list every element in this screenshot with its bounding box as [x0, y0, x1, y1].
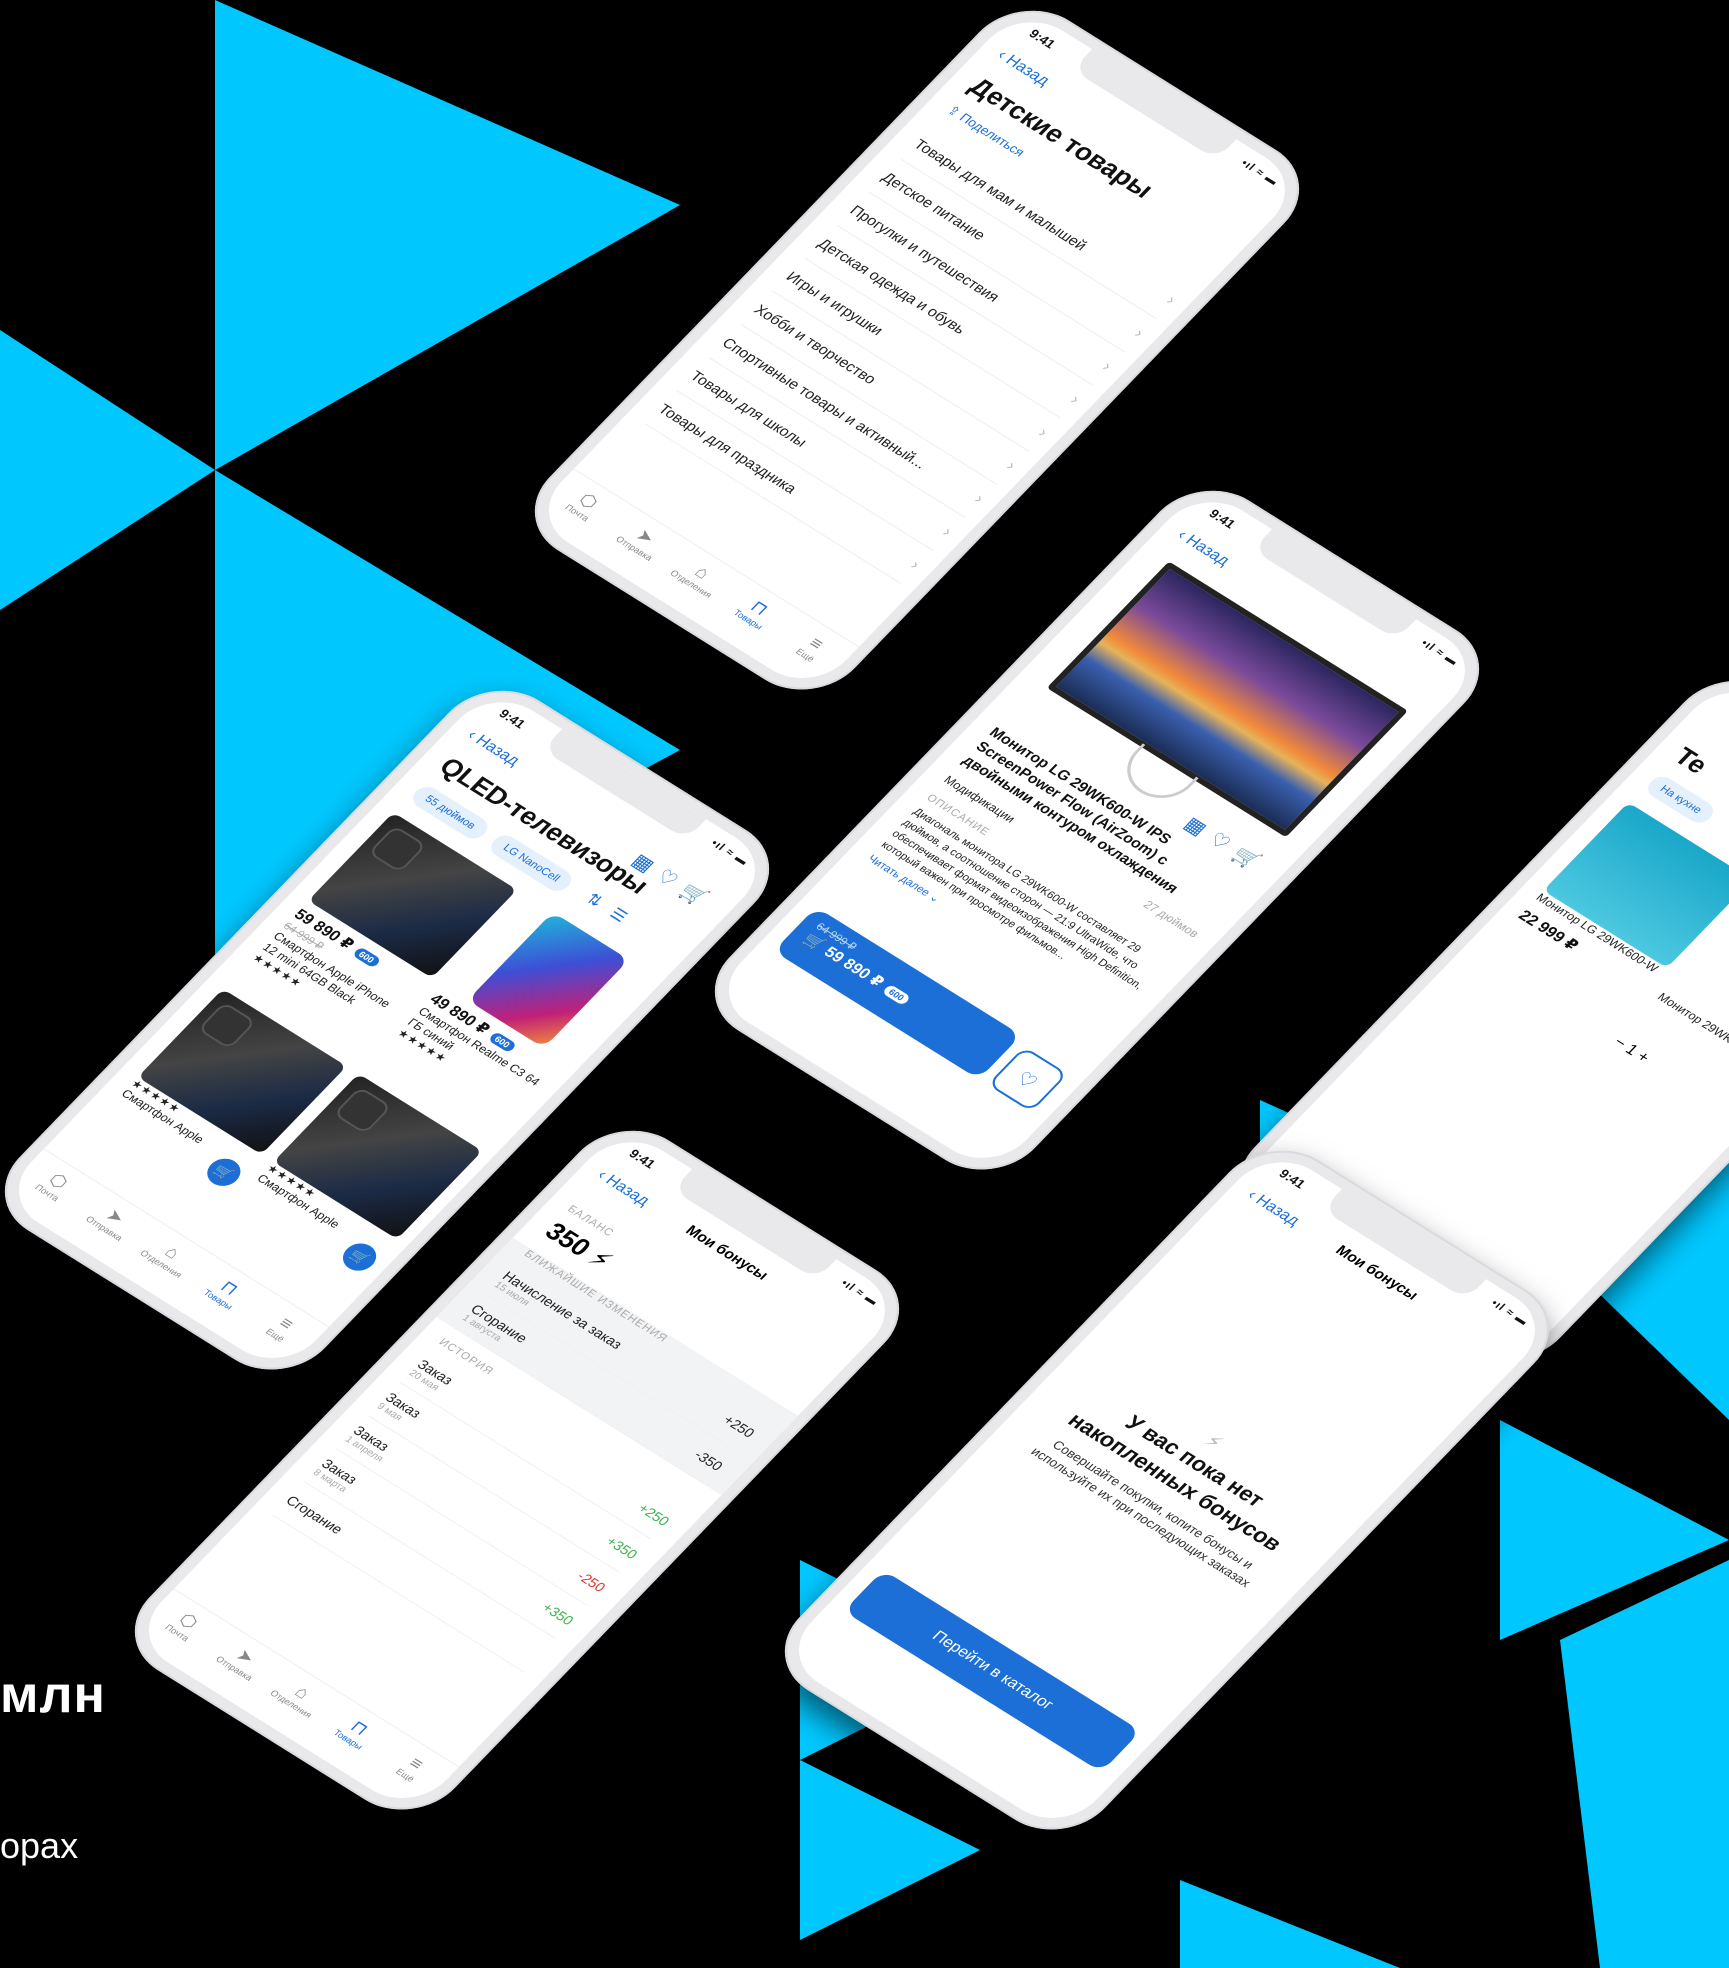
status-icons: •ıl ≈ ▬ — [708, 837, 751, 868]
tab-offices[interactable]: ⌂ Отделения — [662, 548, 736, 603]
chevron-right-icon: › — [1066, 392, 1084, 408]
status-icons: •ıl ≈ ▬ — [838, 1277, 881, 1308]
status-time: 9:41 — [1275, 1166, 1309, 1192]
tab-goods[interactable]: ⊓ Товары — [189, 1264, 263, 1319]
tab-mail[interactable]: ⬡ Почта — [148, 1597, 222, 1652]
camera-lens — [200, 1004, 254, 1048]
bolt-icon: ⚡ — [582, 1243, 619, 1276]
row-value: +350 — [539, 1599, 578, 1628]
cta-price-row: 🛒 59 890 ₽600 — [799, 930, 995, 1058]
sort-icon[interactable]: ⇅ — [582, 891, 605, 911]
row-value: +250 — [720, 1411, 759, 1441]
product-name: Монитор 29WK60 — [1654, 990, 1729, 1053]
status-icons: •ıl ≈ ▬ — [1488, 1297, 1531, 1328]
back-label: Назад — [471, 732, 523, 770]
quantity-value: 1 — [1621, 1041, 1642, 1059]
row-value: +250 — [634, 1500, 674, 1529]
quantity-stepper[interactable]: − 1 + — [1609, 1034, 1653, 1067]
tab-send[interactable]: ➤ Отправка — [605, 513, 679, 568]
tab-offices[interactable]: ⌂ Отделения — [262, 1668, 336, 1723]
tab-goods[interactable]: ⊓ Товары — [719, 584, 793, 639]
back-label: Назад — [1001, 52, 1053, 90]
tab-mail[interactable]: ⬡ Почта — [18, 1157, 92, 1212]
tab-offices[interactable]: ⌂ Отделения — [132, 1228, 206, 1283]
status-icons: •ıl ≈ ▬ — [1418, 637, 1461, 668]
chevron-right-icon: › — [1098, 359, 1116, 375]
row-value: -250 — [573, 1568, 610, 1595]
status-time: 9:41 — [495, 706, 529, 732]
cta-old-price: 64 999 ₽ — [813, 921, 859, 953]
page-title: Те — [1668, 741, 1715, 780]
tab-goods[interactable]: ⊓ Товары — [319, 1704, 393, 1759]
tab-send[interactable]: ➤ Отправка — [75, 1193, 149, 1248]
row-value: -350 — [691, 1446, 727, 1474]
filter-icon[interactable]: ☰ — [606, 906, 630, 926]
chevron-right-icon: › — [938, 524, 956, 540]
tab-more[interactable]: ≡ Ещё — [776, 619, 850, 674]
row-value: +350 — [602, 1533, 642, 1562]
camera-lens — [336, 1088, 390, 1132]
tab-more[interactable]: ≡ Ещё — [376, 1739, 450, 1794]
empty-state: ⚡ У вас пока нет накопленных бонусов Сов… — [1015, 1358, 1343, 1599]
chevron-right-icon: › — [970, 491, 988, 507]
tab-send[interactable]: ➤ Отправка — [205, 1633, 279, 1688]
chevron-right-icon: › — [1034, 425, 1052, 441]
tab-mail[interactable]: ⬡ Почта — [548, 477, 622, 532]
chevron-right-icon: › — [906, 557, 924, 573]
tab-more[interactable]: ≡ Ещё — [246, 1299, 320, 1354]
back-button[interactable]: ‹ Назад — [1173, 527, 1233, 570]
chevron-right-icon: › — [1162, 292, 1179, 309]
status-time: 9:41 — [1025, 26, 1059, 52]
chevron-right-icon: › — [1130, 325, 1148, 342]
chevron-right-icon: › — [1002, 458, 1020, 474]
status-icons: •ıl ≈ ▬ — [1238, 157, 1281, 188]
caption-headline: млн — [0, 1666, 106, 1724]
back-label: Назад — [1181, 532, 1233, 570]
caption-subtext: орах — [0, 1825, 79, 1866]
status-time: 9:41 — [1205, 506, 1239, 532]
camera-lens — [370, 827, 424, 871]
status-time: 9:41 — [625, 1146, 659, 1172]
